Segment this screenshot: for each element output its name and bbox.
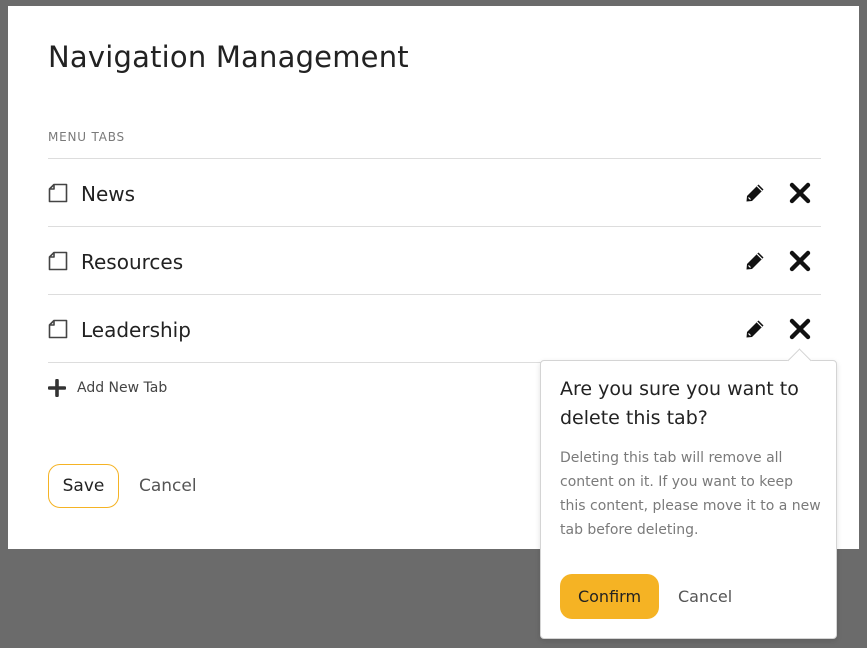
close-icon <box>789 182 811 204</box>
edit-tab-button[interactable] <box>741 247 769 275</box>
edit-tab-button[interactable] <box>741 315 769 343</box>
section-label-menu-tabs: MENU TABS <box>48 130 125 144</box>
popover-message: Deleting this tab will remove all conten… <box>560 450 821 538</box>
delete-tab-button[interactable] <box>786 315 814 343</box>
confirm-delete-button[interactable]: Confirm <box>560 574 659 619</box>
close-icon <box>789 318 811 340</box>
page-icon <box>48 251 68 271</box>
delete-confirmation-popover: Are you sure you want to delete this tab… <box>540 348 837 639</box>
pencil-icon <box>746 184 764 202</box>
cancel-delete-button[interactable]: Cancel <box>678 587 732 606</box>
tab-row-leadership: Leadership <box>48 295 821 363</box>
tab-label: Leadership <box>81 318 191 342</box>
delete-tab-button[interactable] <box>786 247 814 275</box>
add-new-tab-label: Add New Tab <box>77 380 168 396</box>
tab-label: Resources <box>81 250 184 274</box>
popover-title: Are you sure you want to delete this tab… <box>560 378 799 429</box>
page-icon <box>48 319 68 339</box>
close-icon <box>789 250 811 272</box>
page-icon <box>48 183 68 203</box>
add-new-tab-button[interactable]: Add New Tab <box>48 379 167 397</box>
tab-label: News <box>81 182 136 206</box>
cancel-button[interactable]: Cancel <box>139 476 197 496</box>
pencil-icon <box>746 320 764 338</box>
edit-tab-button[interactable] <box>741 179 769 207</box>
modal-title: Navigation Management <box>48 40 409 74</box>
tab-row-news: News <box>48 159 821 227</box>
plus-icon <box>48 379 66 397</box>
menu-tab-list: News Resources Leadership <box>48 158 821 363</box>
pencil-icon <box>746 252 764 270</box>
save-button[interactable]: Save <box>48 464 119 508</box>
delete-tab-button[interactable] <box>786 179 814 207</box>
tab-row-resources: Resources <box>48 227 821 295</box>
